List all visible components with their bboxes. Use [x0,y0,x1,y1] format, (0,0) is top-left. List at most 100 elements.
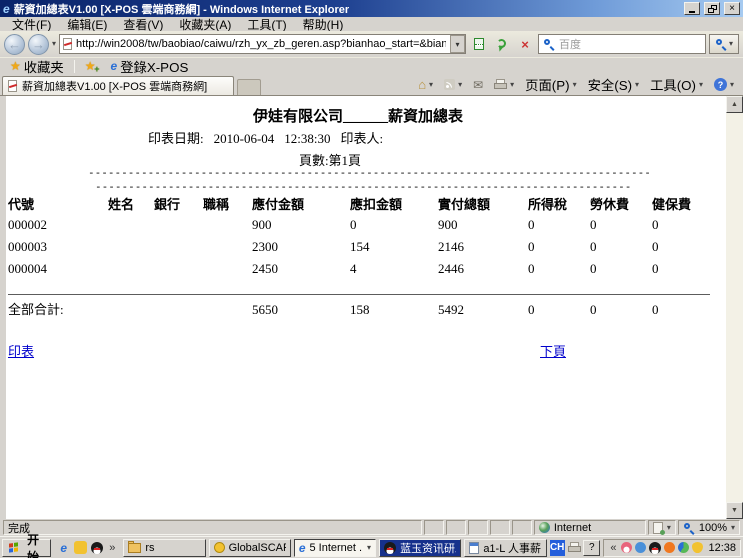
search-options-chevron-icon: ▾ [729,40,733,48]
tray-collapse-chevron[interactable]: « [608,542,618,554]
print-report-link[interactable]: 印表 [8,341,34,360]
system-tray: « 12:38 [603,539,741,557]
refresh-button[interactable] [492,34,512,54]
quick-launch-messenger-icon[interactable] [74,541,87,554]
stop-button[interactable]: × [515,34,535,54]
quick-launch-ie-icon[interactable]: e [57,541,70,554]
taskbar-button-internet-group[interactable]: e 5 Internet ... ▾ [294,539,376,557]
cell-labor-fee: 0 [590,236,652,258]
title-bar: e 薪資加總表V1.00 [X-POS 雲端商務網] - Windows Int… [0,0,743,17]
taskbar-button-label: GlobalSCAPE ... [229,542,286,554]
cell-name [108,258,154,280]
col-header-title: 職稱 [203,192,252,214]
tab-payroll-report[interactable]: 薪資加總表V1.00 [X-POS 雲端商務網] [2,76,234,95]
favorites-label: 收藏夹 [24,57,64,76]
compatibility-view-button[interactable] [469,34,489,54]
feeds-chevron-icon: ▾ [458,81,462,89]
cell-net-paid: 2446 [438,258,528,280]
col-header-code: 代號 [8,192,108,214]
favorites-button[interactable]: ★ 收藏夹 [5,57,69,75]
menu-bar: 文件(F) 编辑(E) 查看(V) 收藏夹(A) 工具(T) 帮助(H) [0,17,743,31]
tray-network-icon[interactable] [635,542,646,553]
menu-favorites[interactable]: 收藏夹(A) [171,16,239,33]
status-panel [446,520,466,535]
taskbar-button-a1l[interactable]: a1-L 人事薪... [464,539,546,557]
table-header-row: 代號 姓名 銀行 職稱 應付金額 應扣金額 實付總額 所得稅 勞休費 健保費 [8,192,710,214]
quick-launch-overflow-chevron[interactable]: » [107,542,117,554]
taskbar-button-lanyu[interactable]: 蓝玉资讯研发... [379,539,461,557]
recent-pages-chevron-icon[interactable]: ▾ [52,40,56,48]
col-header-payable: 應付金額 [252,192,350,214]
help-menu-button[interactable]: ?▾ [709,76,739,94]
close-button[interactable]: × [724,2,740,15]
home-chevron-icon: ▾ [429,81,433,89]
cell-name [108,214,154,236]
menu-view[interactable]: 查看(V) [115,16,171,33]
start-label: 开始 [22,531,44,558]
total-income-tax: 0 [528,294,590,320]
search-input[interactable]: 百度 [538,34,706,54]
quick-launch-qq-icon[interactable] [91,542,103,554]
taskbar-clock[interactable]: 12:38 [706,542,736,554]
tools-menu-button[interactable]: 工具(O)▾ [645,76,708,94]
globalscape-icon [214,542,225,553]
menu-tools[interactable]: 工具(T) [239,16,294,33]
new-tab-button[interactable] [237,79,261,95]
address-bar[interactable]: http://win2008/tw/baobiao/caiwu/rzh_yx_z… [59,34,466,54]
menu-help[interactable]: 帮助(H) [295,16,352,33]
minimize-button[interactable] [684,2,700,15]
col-header-name: 姓名 [108,192,154,214]
printer-icon [494,79,507,90]
ie-icon: e [299,542,306,554]
tray-printer-icon[interactable] [568,542,580,553]
notepad-icon [469,542,479,554]
menu-file[interactable]: 文件(F) [4,16,59,33]
feeds-button[interactable]: ▾ [439,76,467,94]
next-page-link[interactable]: 下頁 [540,341,566,360]
tools-menu-label: 工具(O) [650,75,696,94]
tray-qq-icon[interactable] [649,542,661,554]
zoom-control[interactable]: 100% ▾ [678,520,740,535]
url-text[interactable]: http://win2008/tw/baobiao/caiwu/rzh_yx_z… [76,38,446,50]
tray-shield-icon[interactable] [692,542,703,553]
scroll-down-button[interactable]: ▼ [726,502,743,519]
status-text-panel: 完成 [3,520,422,535]
folder-icon [128,543,141,553]
cell-deduction: 154 [350,236,438,258]
scroll-up-button[interactable]: ▲ [726,96,743,113]
start-button[interactable]: 开始 [2,539,51,557]
home-button[interactable]: ⌂▾ [413,76,438,94]
search-go-button[interactable]: ▾ [709,34,739,54]
total-separator-line [8,280,710,294]
forward-button[interactable]: → [28,34,49,55]
taskbar-button-rs[interactable]: rs [123,539,205,557]
page-menu-button[interactable]: 页面(P)▾ [520,76,581,94]
favorites-bar: ★ 收藏夹 ★ e 登錄X-POS [0,57,743,74]
tray-help-button[interactable]: ? [583,540,600,556]
cell-net-paid: 2146 [438,236,528,258]
compatibility-view-icon [474,38,484,50]
status-panel [512,520,532,535]
quick-launch: e » [54,541,120,554]
address-dropdown-button[interactable]: ▾ [450,35,465,53]
print-button[interactable]: ▾ [489,76,519,94]
menu-edit[interactable]: 编辑(E) [59,16,115,33]
language-indicator[interactable]: CH [550,540,565,556]
restore-button[interactable] [704,2,720,15]
add-to-favorites-bar-button[interactable]: ★ [80,57,101,75]
col-header-deduction: 應扣金額 [350,192,438,214]
taskbar-button-globalscape[interactable]: GlobalSCAPE ... [209,539,291,557]
tray-timer-icon[interactable] [678,542,689,553]
taskbar-button-label: rs [145,542,200,554]
favorite-link-xpos[interactable]: e 登錄X-POS [106,57,194,75]
safety-menu-button[interactable]: 安全(S)▾ [583,76,644,94]
tray-flame-icon[interactable] [664,542,675,553]
vertical-scrollbar[interactable]: ▲ ▼ [726,96,743,519]
tools-chevron-icon: ▾ [699,81,703,89]
tray-qq-doctor-icon[interactable] [621,542,632,553]
read-mail-button[interactable]: ✉ [468,76,488,94]
back-button[interactable]: ← [4,34,25,55]
protected-mode-panel[interactable]: ▾ [648,520,676,535]
cell-code: 000004 [8,258,108,280]
status-bar: 完成 Internet ▾ 100% ▾ [0,519,743,536]
